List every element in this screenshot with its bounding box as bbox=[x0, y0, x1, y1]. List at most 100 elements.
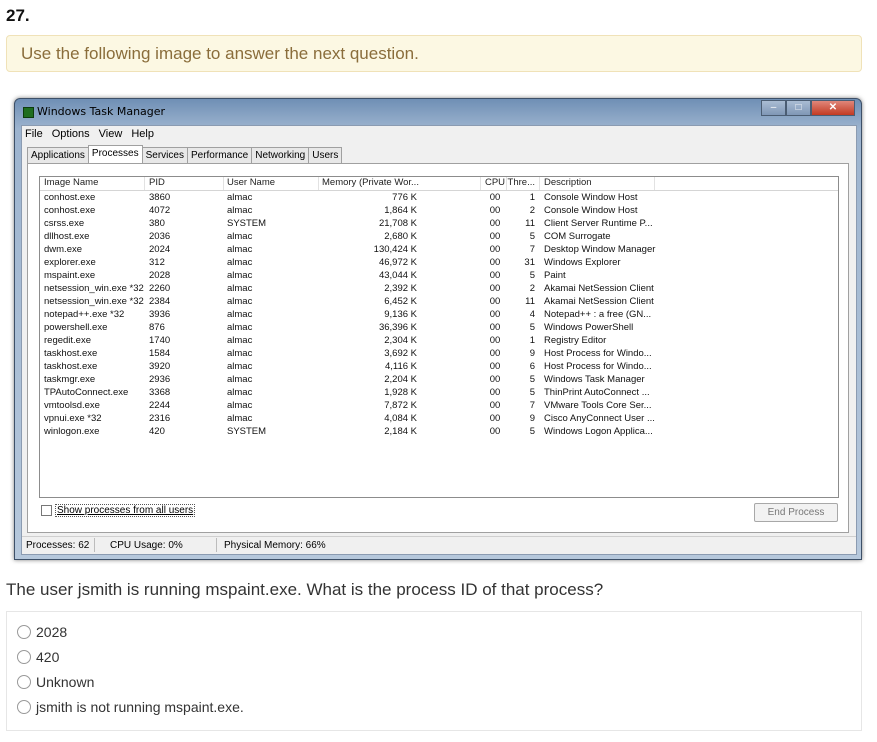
row-threads: 5 bbox=[529, 374, 535, 385]
column-user-name[interactable]: User Name bbox=[227, 177, 275, 188]
tab-networking[interactable]: Networking bbox=[251, 147, 310, 163]
table-row[interactable]: mspaint.exe 2028 almac 43,044 K 00 5 Paint bbox=[40, 269, 838, 282]
row-memory: 43,044 K bbox=[378, 270, 417, 281]
row-description: Akamai NetSession Client bbox=[544, 283, 654, 294]
table-row[interactable]: dllhost.exe 2036 almac 2,680 K 00 5 COM Surrog… bbox=[40, 230, 838, 243]
column-threads[interactable]: Thre... bbox=[507, 177, 535, 188]
row-threads: 2 bbox=[529, 205, 535, 216]
row-image-name: regedit.exe bbox=[44, 335, 92, 346]
close-button[interactable]: ✕ bbox=[811, 100, 855, 116]
table-row[interactable]: conhost.exe 3860 almac 776 K 00 1 Console Wind… bbox=[40, 191, 838, 204]
table-row[interactable]: csrss.exe 380 SYSTEM 21,708 K 00 11 Client Ser… bbox=[40, 217, 838, 230]
column-memory[interactable]: Memory (Private Wor... bbox=[322, 177, 419, 188]
tab-performance[interactable]: Performance bbox=[186, 147, 253, 163]
row-user-name: almac bbox=[227, 413, 253, 424]
table-row[interactable]: notepad++.exe *32 3936 almac 9,136 K 00 4 Note… bbox=[40, 308, 838, 321]
row-pid: 2260 bbox=[149, 283, 171, 294]
row-pid: 380 bbox=[149, 218, 165, 229]
maximize-button[interactable]: □ bbox=[786, 100, 811, 116]
processes-panel: Image Name PID User Name Memory (Private… bbox=[27, 163, 849, 533]
table-row[interactable]: taskmgr.exe 2936 almac 2,204 K 00 5 Windows Ta… bbox=[40, 373, 838, 386]
show-all-users-option[interactable]: Show processes from all users bbox=[41, 504, 196, 518]
process-list[interactable]: Image Name PID User Name Memory (Private… bbox=[39, 176, 839, 498]
menu-options[interactable]: Options bbox=[52, 128, 90, 140]
row-cpu: 00 bbox=[489, 322, 501, 333]
row-description: Console Window Host bbox=[544, 192, 638, 203]
row-memory: 2,392 K bbox=[384, 283, 417, 294]
minimize-button[interactable]: – bbox=[761, 100, 786, 116]
row-threads: 31 bbox=[524, 257, 535, 268]
radio-button[interactable] bbox=[17, 650, 31, 664]
table-row[interactable]: powershell.exe 876 almac 36,396 K 00 5 Windows… bbox=[40, 321, 838, 334]
row-cpu: 00 bbox=[489, 309, 501, 320]
table-row[interactable]: conhost.exe 4072 almac 1,864 K 00 2 Console Wi… bbox=[40, 204, 838, 217]
answer-option[interactable]: 2028 bbox=[17, 624, 67, 640]
row-threads: 5 bbox=[529, 322, 535, 333]
row-user-name: almac bbox=[227, 387, 253, 398]
tab-strip: Applications Processes Services Performa… bbox=[27, 145, 343, 163]
row-memory: 6,452 K bbox=[384, 296, 417, 307]
table-row[interactable]: netsession_win.exe *32 2384 almac 6,452 K 00… bbox=[40, 295, 838, 308]
table-row[interactable]: vpnui.exe *32 2316 almac 4,084 K 00 9 Cisco An… bbox=[40, 412, 838, 425]
row-cpu: 00 bbox=[489, 426, 501, 437]
table-row[interactable]: dwm.exe 2024 almac 130,424 K 00 7 Desktop Wind… bbox=[40, 243, 838, 256]
row-description: Registry Editor bbox=[544, 335, 607, 346]
column-cpu[interactable]: CPU bbox=[484, 177, 506, 188]
answer-option[interactable]: Unknown bbox=[17, 674, 94, 690]
row-threads: 11 bbox=[525, 218, 535, 229]
row-image-name: netsession_win.exe *32 bbox=[44, 296, 144, 307]
tab-users[interactable]: Users bbox=[308, 147, 343, 163]
row-image-name: taskmgr.exe bbox=[44, 374, 96, 385]
row-description: Windows PowerShell bbox=[544, 322, 634, 333]
status-memory: Physical Memory: 66% bbox=[224, 540, 326, 551]
row-description: Akamai NetSession Client bbox=[544, 296, 654, 307]
table-row[interactable]: taskhost.exe 1584 almac 3,692 K 00 9 Host Proc… bbox=[40, 347, 838, 360]
row-memory: 2,680 K bbox=[384, 231, 417, 242]
radio-button[interactable] bbox=[17, 625, 31, 639]
row-cpu: 00 bbox=[489, 283, 501, 294]
row-memory: 3,692 K bbox=[384, 348, 417, 359]
row-pid: 4072 bbox=[149, 205, 171, 216]
tab-applications[interactable]: Applications bbox=[27, 147, 89, 163]
answer-option[interactable]: 420 bbox=[17, 649, 59, 665]
row-pid: 2028 bbox=[149, 270, 171, 281]
radio-button[interactable] bbox=[17, 675, 31, 689]
table-row[interactable]: explorer.exe 312 almac 46,972 K 00 31 Windows … bbox=[40, 256, 838, 269]
menu-view[interactable]: View bbox=[99, 128, 123, 140]
row-pid: 1584 bbox=[149, 348, 171, 359]
menu-help[interactable]: Help bbox=[131, 128, 154, 140]
row-user-name: almac bbox=[227, 257, 253, 268]
row-user-name: almac bbox=[227, 283, 253, 294]
row-description: Host Process for Windo... bbox=[544, 361, 652, 372]
table-row[interactable]: regedit.exe 1740 almac 2,304 K 00 1 Registry E… bbox=[40, 334, 838, 347]
radio-button[interactable] bbox=[17, 700, 31, 714]
column-pid[interactable]: PID bbox=[149, 177, 165, 188]
answer-option[interactable]: jsmith is not running mspaint.exe. bbox=[17, 699, 244, 715]
table-row[interactable]: TPAutoConnect.exe 3368 almac 1,928 K 00 5 Thin… bbox=[40, 386, 838, 399]
row-image-name: conhost.exe bbox=[44, 205, 96, 216]
column-description[interactable]: Description bbox=[544, 177, 592, 188]
show-all-users-checkbox[interactable] bbox=[41, 505, 52, 516]
table-row[interactable]: winlogon.exe 420 SYSTEM 2,184 K 00 5 Windows L… bbox=[40, 425, 838, 438]
table-row[interactable]: taskhost.exe 3920 almac 4,116 K 00 6 Host Proc… bbox=[40, 360, 838, 373]
row-threads: 5 bbox=[529, 270, 535, 281]
row-description: Notepad++ : a free (GN... bbox=[544, 309, 652, 320]
row-memory: 7,872 K bbox=[384, 400, 417, 411]
table-row[interactable]: netsession_win.exe *32 2260 almac 2,392 K 00… bbox=[40, 282, 838, 295]
tab-processes[interactable]: Processes bbox=[87, 145, 143, 163]
menu-file[interactable]: File bbox=[25, 128, 43, 140]
row-image-name: netsession_win.exe *32 bbox=[44, 283, 144, 294]
row-image-name: taskhost.exe bbox=[44, 348, 98, 359]
row-cpu: 00 bbox=[489, 374, 501, 385]
row-user-name: SYSTEM bbox=[227, 426, 267, 437]
row-user-name: almac bbox=[227, 192, 253, 203]
column-image-name[interactable]: Image Name bbox=[44, 177, 98, 188]
menu-bar: File Options View Help bbox=[25, 128, 154, 140]
row-user-name: almac bbox=[227, 361, 253, 372]
tab-services[interactable]: Services bbox=[141, 147, 188, 163]
end-process-button[interactable]: End Process bbox=[754, 503, 838, 522]
row-user-name: almac bbox=[227, 205, 253, 216]
table-row[interactable]: vmtoolsd.exe 2244 almac 7,872 K 00 7 VMware To… bbox=[40, 399, 838, 412]
row-user-name: almac bbox=[227, 400, 253, 411]
row-description: Host Process for Windo... bbox=[544, 348, 652, 359]
